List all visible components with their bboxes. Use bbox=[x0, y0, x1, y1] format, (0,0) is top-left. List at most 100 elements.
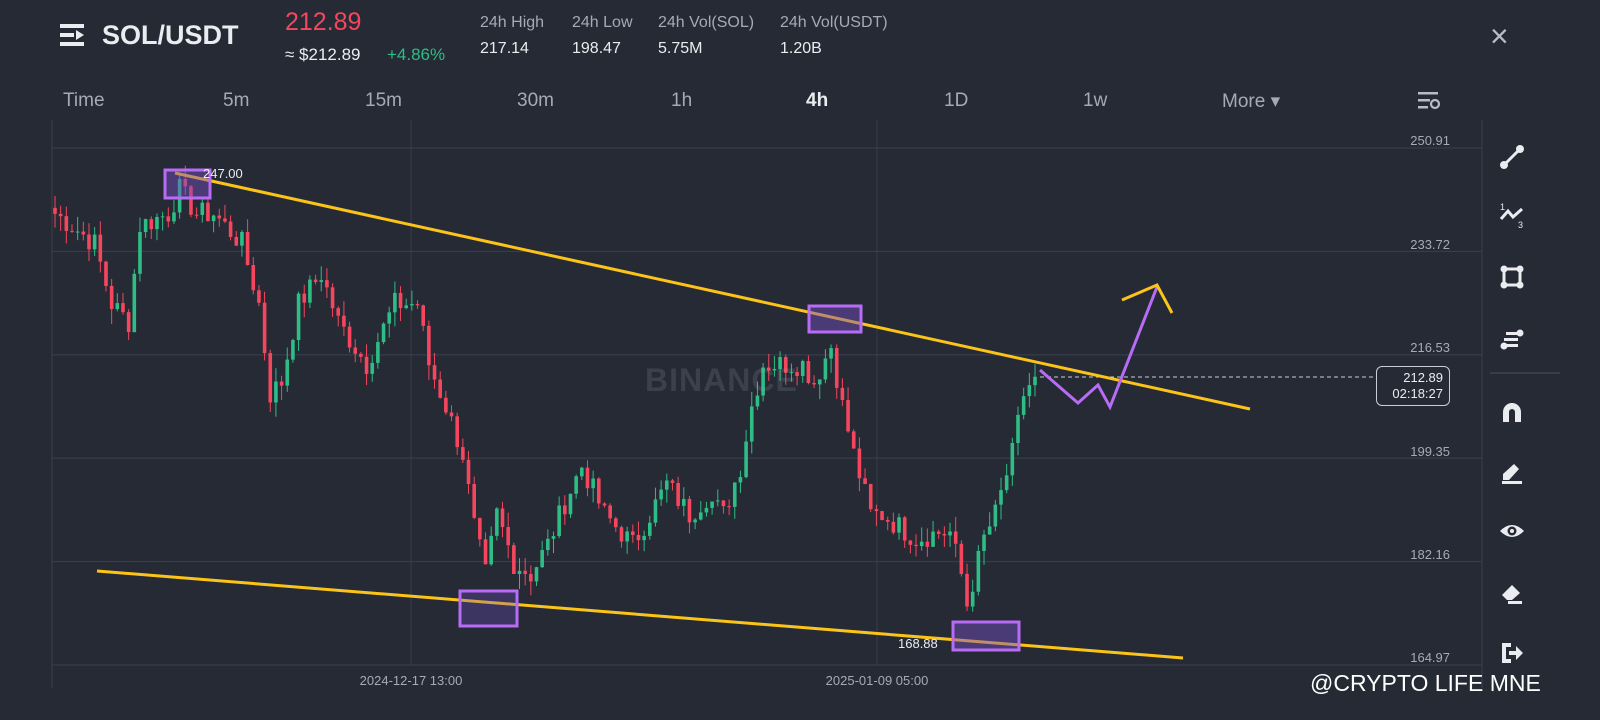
candle-body bbox=[670, 480, 675, 483]
candle-body bbox=[636, 534, 641, 541]
candle-body bbox=[1004, 475, 1009, 491]
candle-body bbox=[336, 308, 341, 316]
candle-body bbox=[591, 478, 595, 489]
candle-body bbox=[387, 312, 392, 324]
fibonacci-icon[interactable]: 13 bbox=[1495, 198, 1529, 232]
candle-body bbox=[602, 503, 607, 506]
candle-body bbox=[257, 290, 261, 303]
candle-body bbox=[206, 202, 210, 222]
candle-body bbox=[138, 232, 142, 274]
candle-countdown: 02:18:27 bbox=[1392, 386, 1443, 401]
current-price-value: 212.89 bbox=[1403, 370, 1443, 385]
candle-body bbox=[325, 280, 329, 288]
candle-body bbox=[727, 506, 731, 508]
candle-body bbox=[228, 221, 233, 237]
candle-body bbox=[262, 302, 267, 354]
candle-body bbox=[840, 387, 845, 400]
candle-body bbox=[126, 312, 131, 333]
candle-body bbox=[919, 541, 924, 547]
exit-icon[interactable] bbox=[1495, 636, 1529, 670]
candle-body bbox=[268, 353, 273, 403]
candle-body bbox=[908, 540, 913, 545]
candle-body bbox=[342, 315, 346, 327]
candle-body bbox=[534, 567, 539, 582]
marker-box[interactable] bbox=[807, 304, 863, 334]
low-annotation: 168.88 bbox=[898, 636, 938, 651]
candle-body bbox=[897, 517, 901, 533]
candle-body bbox=[251, 265, 256, 291]
parallel-lines-icon[interactable] bbox=[1495, 322, 1529, 356]
candle-body bbox=[489, 535, 493, 565]
candle-body bbox=[1016, 414, 1020, 444]
candle-body bbox=[75, 231, 80, 233]
candle-body bbox=[1033, 376, 1037, 386]
pencil-icon[interactable] bbox=[1495, 455, 1529, 489]
candle-body bbox=[302, 293, 307, 303]
candle-body bbox=[194, 214, 199, 216]
candle-body bbox=[948, 531, 952, 536]
candle-body bbox=[438, 379, 443, 398]
candle-body bbox=[200, 202, 205, 215]
projection-path[interactable] bbox=[1039, 286, 1159, 411]
candle-body bbox=[540, 550, 544, 568]
candle-body bbox=[953, 531, 958, 544]
candle-body bbox=[308, 279, 312, 303]
candle-body bbox=[817, 379, 822, 385]
candle-body bbox=[959, 543, 964, 574]
candle-body bbox=[285, 359, 290, 386]
candle-body bbox=[681, 498, 686, 506]
candle-body bbox=[81, 231, 86, 235]
candle-body bbox=[444, 397, 448, 413]
candle-body bbox=[427, 325, 431, 366]
candle-body bbox=[404, 305, 409, 309]
candle-body bbox=[880, 511, 884, 521]
x-tick: 2025-01-09 05:00 bbox=[825, 673, 929, 688]
y-tick: 182.16 bbox=[1410, 547, 1450, 562]
candle-body bbox=[353, 347, 358, 354]
marker-box[interactable] bbox=[458, 589, 519, 628]
candle-body bbox=[999, 490, 1003, 505]
magnet-icon[interactable] bbox=[1495, 395, 1529, 429]
candle-body bbox=[92, 234, 97, 250]
trend-line-icon[interactable] bbox=[1495, 140, 1529, 174]
eraser-icon[interactable] bbox=[1495, 575, 1529, 609]
rectangle-icon[interactable] bbox=[1495, 260, 1529, 294]
candle-body bbox=[970, 591, 975, 607]
marker-box[interactable] bbox=[951, 620, 1021, 652]
candle-body bbox=[993, 504, 998, 527]
candle-body bbox=[863, 478, 867, 485]
candlestick-chart[interactable] bbox=[0, 0, 1600, 720]
candle-body bbox=[359, 353, 363, 357]
candle-body bbox=[330, 287, 335, 309]
candle-body bbox=[608, 505, 612, 519]
candle-body bbox=[279, 381, 284, 386]
candle-body bbox=[551, 536, 556, 539]
y-tick: 233.72 bbox=[1410, 237, 1450, 252]
candle-body bbox=[568, 493, 573, 515]
candle-body bbox=[500, 508, 505, 528]
candle-body bbox=[58, 213, 63, 217]
candle-body bbox=[149, 219, 154, 230]
candle-body bbox=[415, 303, 420, 306]
candle-body bbox=[631, 531, 635, 535]
candle-body bbox=[376, 342, 380, 363]
candle-body bbox=[749, 406, 754, 442]
candle-body bbox=[619, 527, 624, 542]
candle-body bbox=[698, 512, 703, 520]
candle-body bbox=[398, 292, 403, 309]
candle-body bbox=[704, 507, 709, 513]
candle-body bbox=[597, 478, 601, 504]
candle-body bbox=[642, 535, 646, 541]
candle-body bbox=[421, 305, 426, 326]
eye-icon[interactable] bbox=[1495, 514, 1529, 548]
candle-body bbox=[744, 441, 748, 478]
candle-body bbox=[687, 498, 692, 523]
candle-body bbox=[936, 531, 941, 534]
candle-body bbox=[693, 519, 697, 523]
candle-body bbox=[449, 412, 454, 417]
candle-body bbox=[155, 216, 159, 230]
candle-body bbox=[1027, 385, 1032, 397]
candle-body bbox=[466, 459, 471, 484]
candle-body bbox=[347, 326, 352, 348]
candle-body bbox=[546, 538, 550, 551]
